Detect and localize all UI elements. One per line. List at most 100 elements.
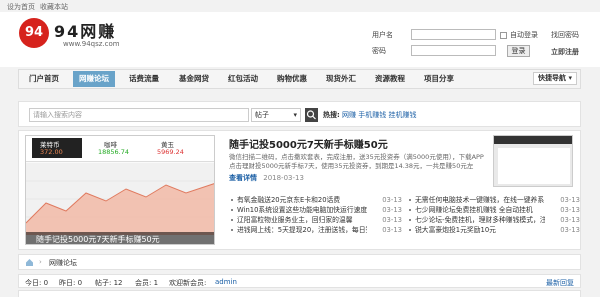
hot-search-item[interactable]: 网赚 [342,111,356,119]
featured-article-meta: 查看详情 2018-03-13 [229,173,304,183]
set-home-link[interactable]: 设为首页 [7,2,35,12]
members-count: 1 [153,279,159,287]
list-item[interactable]: 进钱网上线：5天提现20，注册送钱，每日签 03-13 [229,225,404,235]
members-label: 会员: [135,279,152,287]
breadcrumb: › 网赚论坛 [18,254,581,270]
slide-caption: 随手记投5000元7天新手标赚50元 [36,235,160,244]
password-label: 密码 [372,47,386,55]
nav-item-phone-data[interactable]: 话费流量 [129,70,159,88]
thumbnail-header [494,136,572,144]
today-stat: 今日: 0 [25,278,48,288]
list-item-date: 03-13 [560,206,580,214]
forum-list-start [18,290,581,297]
article-date: 2018-03-13 [263,174,304,182]
today-label: 今日: [25,279,42,287]
list-item[interactable]: 有氧金融送20元京东E卡和20话费 03-13 [229,195,404,205]
list-item[interactable]: 辽阳富粒物业服务业主，回归家的温馨 03-13 [229,215,404,225]
chevron-down-icon: ▾ [293,111,297,119]
search-icon [306,110,316,120]
username-input[interactable] [411,29,496,40]
password-input[interactable] [411,45,496,56]
featured-article-desc: 微信扫描二维码，点击撒欢套表，完成注册，送35元投资券（满5000元使用），下载… [229,153,484,170]
chevron-down-icon: ▾ [568,74,572,82]
nav-item-projects[interactable]: 项目分享 [424,70,454,88]
list-item[interactable]: 锐大富豪炮投1元奖励10元 03-13 [407,225,582,235]
nav-item-fund-loan[interactable]: 基金网贷 [179,70,209,88]
slide-image[interactable]: 莱特币 372.00 咖啡 18856.74 黄玉 5969.24 随手记投50… [25,135,215,245]
breadcrumb-separator: › [39,258,42,266]
username-label: 用户名 [372,31,393,39]
nav-item-portal[interactable]: 门户首页 [29,70,59,88]
price-value: 372.00 [40,148,63,156]
hot-search-item[interactable]: 手机赚钱 [358,111,386,119]
login-button[interactable]: 登录 [507,45,530,57]
list-item-title: 七少论坛-免费挂机，理财多种赚钱模式，注 [415,216,545,224]
yesterday-label: 昨日: [59,279,76,287]
find-password-link[interactable]: 找回密码 [551,30,579,40]
article-list-right: 无需任何电脑技术一键赚钱，在线一键养系 03-13 七少网赚论坛免费挂机赚钱 全自… [407,195,582,235]
list-item[interactable]: 七少网赚论坛免费挂机赚钱 全自动挂机 03-13 [407,205,582,215]
list-item-date: 03-13 [560,196,580,204]
posts-label: 帖子: [95,279,112,287]
article-thumbnail[interactable] [493,135,573,187]
slide-caption-bar: 随手记投5000元7天新手标赚50元 [26,232,214,244]
slide-graph [26,163,214,235]
article-list-left: 有氧金融送20元京东E卡和20话费 03-13 Win10系统设置这些功能电脑加快… [229,195,404,235]
site-header: 94 94网赚 www.94qsz.com 用户名 自动登录 密码 找回密码 登… [0,12,600,67]
hot-search-item[interactable]: 挂机赚钱 [389,111,417,119]
search-input[interactable]: 请输入搜索内容 [29,108,249,122]
list-item-date: 03-13 [382,226,402,234]
posts-count: 12 [113,279,123,287]
price-value: 18856.74 [98,148,130,156]
price-value: 5969.24 [157,148,184,156]
logo-badge[interactable]: 94 [19,18,49,48]
bookmark-link[interactable]: 收藏本站 [40,2,68,12]
search-type-select[interactable]: 帖子 ▾ [251,108,301,122]
nav-item-red-packet[interactable]: 红包活动 [228,70,258,88]
list-item-date: 03-13 [560,216,580,224]
today-count: 0 [43,279,49,287]
latest-reply-link[interactable]: 最新回复 [546,278,574,288]
yesterday-stat: 昨日: 0 [59,278,82,288]
list-item-title: 七少网赚论坛免费挂机赚钱 全自动挂机 [415,206,533,214]
nav-item-forum[interactable]: 网赚论坛 [73,71,115,87]
main-nav: 门户首页 网赚论坛 话费流量 基金网贷 红包活动 购物优惠 现货外汇 资源教程 … [18,69,581,89]
list-item[interactable]: Win10系统设置这些功能电脑加快运行速度! 03-13 [229,205,404,215]
list-item-date: 03-13 [382,216,402,224]
quick-nav-dropdown[interactable]: 快捷导航 ▾ [533,72,577,85]
price-strip: 莱特币 372.00 咖啡 18856.74 黄玉 5969.24 [26,136,214,162]
read-more-link[interactable]: 查看详情 [229,174,257,182]
home-icon[interactable] [25,258,34,267]
members-stat: 会员: 1 [135,278,158,288]
register-link[interactable]: 立即注册 [551,47,579,57]
hot-search: 热搜: 网赚 手机赚钱 挂机赚钱 [323,110,417,120]
logo-url: www.94qsz.com [63,40,120,48]
list-item-title: 进钱网上线：5天提现20，注册送钱，每日签 [237,226,367,234]
list-item-date: 03-13 [382,206,402,214]
list-item[interactable]: 无需任何电脑技术一键赚钱，在线一键养系 03-13 [407,195,582,205]
posts-stat: 帖子: 12 [95,278,123,288]
list-item-title: 无需任何电脑技术一键赚钱，在线一键养系 [415,196,545,204]
thumbnail-body [498,148,570,184]
nav-item-forex[interactable]: 现货外汇 [326,70,356,88]
search-button[interactable] [305,108,318,122]
nav-item-shopping[interactable]: 购物优惠 [277,70,307,88]
auto-login-label: 自动登录 [510,31,538,39]
logo-title[interactable]: 94网赚 [54,18,116,42]
hot-search-label: 热搜: [323,111,340,119]
quick-nav-label: 快捷导航 [538,74,567,82]
list-item[interactable]: 七少论坛-免费挂机，理财多种赚钱模式，注 03-13 [407,215,582,225]
list-item-date: 03-13 [560,226,580,234]
breadcrumb-current[interactable]: 网赚论坛 [49,258,77,268]
welcome-text: 欢迎新会员: [169,279,207,287]
list-item-title: 辽阳富粒物业服务业主，回归家的温馨 [237,216,353,224]
list-item-title: Win10系统设置这些功能电脑加快运行速度! [237,206,367,214]
search-type-label: 帖子 [255,111,269,119]
list-item-title: 有氧金融送20元京东E卡和20话费 [237,196,341,204]
featured-article-title[interactable]: 随手记投5000元7天新手标赚50元 [229,136,388,151]
newest-member-link[interactable]: admin [215,278,237,286]
top-bar: 设为首页 收藏本站 [0,0,600,12]
nav-item-resources[interactable]: 资源教程 [375,70,405,88]
auto-login-checkbox[interactable] [500,32,507,39]
yesterday-count: 0 [77,279,83,287]
